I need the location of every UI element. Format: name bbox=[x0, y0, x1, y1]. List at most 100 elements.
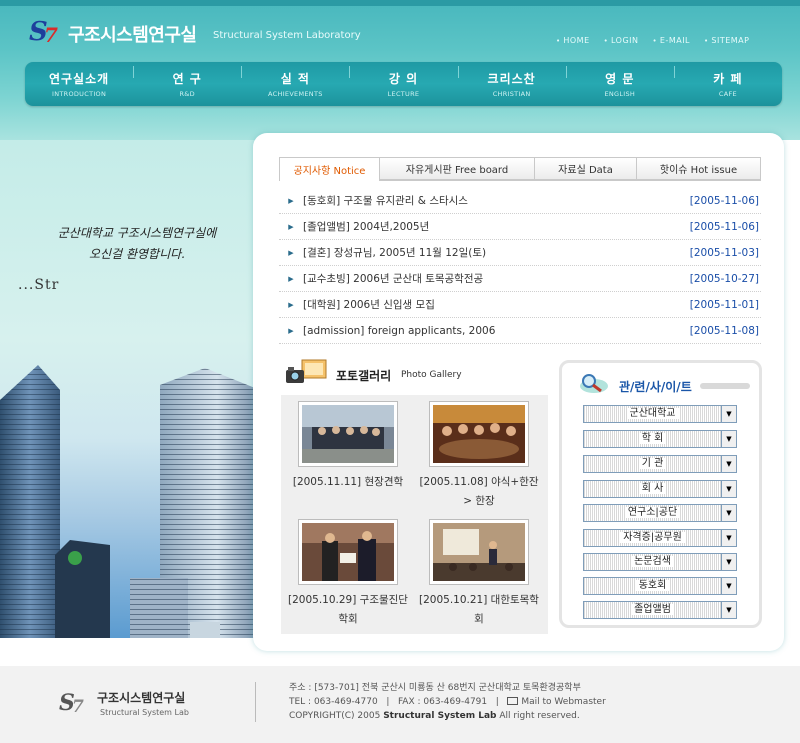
header: S 7 구조시스템연구실 Structural System Laborator… bbox=[0, 0, 800, 140]
notice-title[interactable]: [결혼] 장성규님, 2005년 11월 12일(토) bbox=[303, 245, 689, 260]
dropdown-arrow-icon[interactable]: ▼ bbox=[721, 530, 736, 546]
related-select-agency[interactable]: 기 관 ▼ bbox=[583, 455, 737, 473]
main-visual: 군산대학교 구조시스템연구실에 오신걸 환영합니다. ...Str bbox=[0, 140, 255, 638]
dropdown-arrow-icon[interactable]: ▼ bbox=[721, 554, 736, 570]
related-select-university[interactable]: 군산대학교 ▼ bbox=[583, 405, 737, 423]
nav-item-christian[interactable]: 크리스찬 CHRISTIAN bbox=[457, 62, 566, 106]
notice-date: [2005-11-08] bbox=[689, 324, 759, 337]
list-item[interactable]: ▶ [동호회] 구조물 유지관리 & 스타시스 [2005-11-06] bbox=[279, 188, 761, 214]
related-select-institute[interactable]: 연구소|공단 ▼ bbox=[583, 504, 737, 522]
dropdown-arrow-icon[interactable]: ▼ bbox=[721, 578, 736, 594]
dropdown-arrow-icon[interactable]: ▼ bbox=[721, 456, 736, 472]
list-item[interactable]: ▶ [admission] foreign applicants, 2006 [… bbox=[279, 318, 761, 344]
related-select-album[interactable]: 졸업앨범 ▼ bbox=[583, 601, 737, 619]
select-value: 기 관 bbox=[584, 456, 721, 472]
notice-title[interactable]: [admission] foreign applicants, 2006 bbox=[303, 325, 689, 337]
nav-label-ko: 실 적 bbox=[280, 72, 310, 86]
gallery-item[interactable]: [2005.11.11] 현장견학 bbox=[283, 401, 413, 492]
select-label: 논문검색 bbox=[631, 556, 674, 567]
gallery-item[interactable]: [2005.10.29] 구조물진단학회 bbox=[283, 519, 413, 629]
gallery-thumbnail[interactable] bbox=[298, 401, 398, 467]
dropdown-arrow-icon[interactable]: ▼ bbox=[721, 481, 736, 497]
related-select-company[interactable]: 회 사 ▼ bbox=[583, 480, 737, 498]
notice-date: [2005-10-27] bbox=[689, 272, 759, 285]
login-link[interactable]: LOGIN bbox=[604, 36, 639, 45]
home-link[interactable]: HOME bbox=[556, 36, 590, 45]
related-select-society[interactable]: 학 회 ▼ bbox=[583, 430, 737, 448]
tab-hot-issue[interactable]: 핫이슈 Hot issue bbox=[637, 157, 761, 180]
copyright-name: Structural System Lab bbox=[383, 711, 497, 721]
list-item[interactable]: ▶ [결혼] 장성규님, 2005년 11월 12일(토) [2005-11-0… bbox=[279, 240, 761, 266]
photo-dinner bbox=[433, 405, 525, 463]
nav-label-ko: 크리스찬 bbox=[487, 72, 536, 86]
mail-to-webmaster-link[interactable]: Mail to Webmaster bbox=[521, 697, 605, 707]
related-select-club[interactable]: 동호회 ▼ bbox=[583, 577, 737, 595]
nav-item-lecture[interactable]: 강 의 LECTURE bbox=[349, 62, 457, 106]
dropdown-arrow-icon[interactable]: ▼ bbox=[721, 431, 736, 447]
tab-underline bbox=[380, 180, 761, 181]
list-item[interactable]: ▶ [교수초빙] 2006년 군산대 토목공학전공 [2005-10-27] bbox=[279, 266, 761, 292]
notice-date: [2005-11-06] bbox=[689, 194, 759, 207]
list-item[interactable]: ▶ [대학원] 2006년 신입생 모집 [2005-11-01] bbox=[279, 292, 761, 318]
notice-title[interactable]: [교수초빙] 2006년 군산대 토목공학전공 bbox=[303, 271, 689, 286]
nav-item-english[interactable]: 영 문 ENGLISH bbox=[565, 62, 674, 106]
welcome-line-1: 군산대학교 구조시스템연구실에 bbox=[57, 226, 217, 240]
nav-item-research[interactable]: 연 구 R&D bbox=[133, 62, 241, 106]
nav-label-en: LECTURE bbox=[387, 90, 420, 98]
sitemap-link[interactable]: SITEMAP bbox=[704, 36, 749, 45]
nav-item-cafe[interactable]: 카 페 CAFE bbox=[673, 62, 782, 106]
related-select-license[interactable]: 자격증|공무원 ▼ bbox=[583, 529, 737, 547]
dropdown-arrow-icon[interactable]: ▼ bbox=[721, 602, 736, 618]
footer-address: 주소 : [573-701] 전북 군산시 미룡동 산 68번지 군산대학교 토… bbox=[289, 683, 581, 693]
svg-text:7: 7 bbox=[72, 697, 84, 716]
gallery-caption[interactable]: [2005.10.29] 구조물진단학회 bbox=[283, 591, 413, 629]
nav-label-ko: 영 문 bbox=[605, 72, 635, 86]
footer-fax: FAX : 063-469-4791 bbox=[397, 697, 488, 707]
email-link[interactable]: E-MAIL bbox=[653, 36, 691, 45]
gallery-item[interactable]: [2005.10.21] 대한토목학회 bbox=[414, 519, 544, 629]
nav-label-en: ACHIEVEMENTS bbox=[268, 90, 323, 98]
select-value: 논문검색 bbox=[584, 554, 721, 570]
gallery-item[interactable]: [2005.11.08] 야식+한잔 > 한장 bbox=[414, 401, 544, 511]
select-value: 회 사 bbox=[584, 481, 721, 497]
site-title[interactable]: 구조시스템연구실 bbox=[68, 21, 197, 47]
footer-separator: | bbox=[490, 697, 505, 707]
footer-tel: TEL : 063-469-4770 bbox=[289, 697, 378, 707]
footer-separator: | bbox=[380, 697, 396, 707]
tab-data[interactable]: 자료실 Data bbox=[535, 157, 637, 180]
gallery-caption[interactable]: [2005.10.21] 대한토목학회 bbox=[414, 591, 544, 629]
select-label: 군산대학교 bbox=[626, 408, 679, 419]
tab-free-board[interactable]: 자유게시판 Free board bbox=[380, 157, 535, 180]
nav-item-achievements[interactable]: 실 적 ACHIEVEMENTS bbox=[241, 62, 349, 106]
mail-icon bbox=[507, 696, 519, 705]
notice-title[interactable]: [졸업앨범] 2004년,2005년 bbox=[303, 219, 689, 234]
notice-title[interactable]: [동호회] 구조물 유지관리 & 스타시스 bbox=[303, 193, 689, 208]
logo-icon[interactable]: S 7 bbox=[27, 16, 63, 46]
gallery-thumbnail[interactable] bbox=[429, 401, 529, 467]
list-item[interactable]: ▶ [졸업앨범] 2004년,2005년 [2005-11-06] bbox=[279, 214, 761, 240]
magnifier-icon bbox=[580, 374, 608, 393]
gallery-thumbnail[interactable] bbox=[429, 519, 529, 585]
select-value: 군산대학교 bbox=[584, 406, 721, 422]
nav-label-en: ENGLISH bbox=[604, 90, 636, 98]
bullet-arrow-icon: ▶ bbox=[288, 248, 294, 257]
nav-item-introduction[interactable]: 연구실소개 INTRODUCTION bbox=[25, 62, 133, 106]
camera-photo-icon bbox=[286, 359, 327, 383]
dropdown-arrow-icon[interactable]: ▼ bbox=[721, 406, 736, 422]
notice-date: [2005-11-03] bbox=[689, 246, 759, 259]
gallery-caption[interactable]: [2005.11.11] 현장견학 bbox=[283, 473, 413, 492]
related-select-paper-search[interactable]: 논문검색 ▼ bbox=[583, 553, 737, 571]
photo-site-visit bbox=[302, 405, 394, 463]
gallery-thumbnail[interactable] bbox=[298, 519, 398, 585]
notice-title[interactable]: [대학원] 2006년 신입생 모집 bbox=[303, 297, 689, 312]
gallery-caption[interactable]: [2005.11.08] 야식+한잔 > 한장 bbox=[414, 473, 544, 511]
select-label: 학 회 bbox=[638, 433, 667, 444]
related-sites-box: 관/련/사/이/트 군산대학교 ▼ 학 회 ▼ 기 관 ▼ 회 사 ▼ 연구소|… bbox=[559, 360, 762, 628]
gallery-title-en: Photo Gallery bbox=[401, 370, 462, 380]
copyright-prefix: COPYRIGHT(C) 2005 bbox=[289, 711, 384, 721]
dropdown-arrow-icon[interactable]: ▼ bbox=[721, 505, 736, 521]
header-top-band bbox=[0, 0, 800, 6]
tab-notice[interactable]: 공지사항 Notice bbox=[279, 157, 380, 181]
nav-label-en: CAFE bbox=[718, 90, 737, 98]
utility-links: HOME LOGIN E-MAIL SITEMAP bbox=[556, 36, 749, 45]
